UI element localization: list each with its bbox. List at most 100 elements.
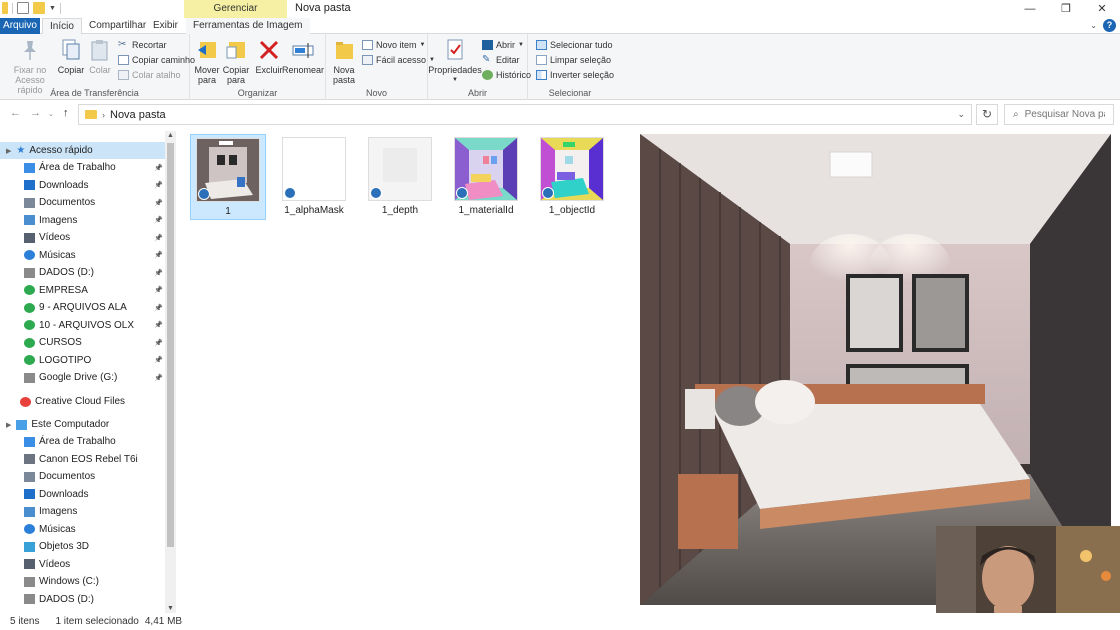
address-bar[interactable]: › Nova pasta ⌄ [78,104,972,125]
pin-icon[interactable]: 📌 [154,251,163,259]
easy-access-button[interactable]: Fácil acesso ▼ [362,55,435,65]
sidebar-item-quick[interactable]: 10 - ARQUIVOS OLX 📌 [0,317,165,334]
pin-icon[interactable]: 📌 [154,216,163,224]
expand-chevron-icon[interactable]: ▶ [6,147,11,155]
sidebar-item-quick[interactable]: Downloads 📌 [0,177,165,194]
new-folder-button[interactable]: Nova pasta [330,38,358,85]
sidebar-scrollbar[interactable]: ▲ ▼ [165,131,176,613]
tab-ferramentas-de-imagem[interactable]: Ferramentas de Imagem [186,18,310,34]
pin-quick-access-button[interactable]: Fixar no Acesso rápido [4,38,56,95]
window-controls: — ❐ ✕ [1012,0,1120,18]
file-item[interactable]: 1_materialId [448,134,524,220]
new-folder-icon[interactable] [33,2,45,14]
close-button[interactable]: ✕ [1084,0,1120,18]
sidebar-item-pc[interactable]: Windows (C:) [0,573,165,590]
back-arrow-icon[interactable]: ← [10,107,21,119]
sidebar-item-quick[interactable]: Google Drive (G:) 📌 [0,369,165,386]
sidebar-item-quick-access[interactable]: ▶ ★ Acesso rápido [0,142,165,159]
search-box[interactable]: ⌕ [1004,104,1114,125]
sidebar-item-quick[interactable]: CURSOS 📌 [0,334,165,351]
pin-icon[interactable]: 📌 [154,234,163,242]
tab-gerenciar[interactable]: Gerenciar [184,0,287,18]
tab-exibir[interactable]: Exibir [146,18,185,34]
status-selection: 1 item selecionado [55,616,139,627]
scroll-up-icon[interactable]: ▲ [165,132,176,139]
rename-button[interactable]: Renomear [282,38,324,75]
open-button[interactable]: Abrir ▼ [482,40,524,50]
help-icon[interactable]: ? [1103,19,1116,32]
creative-cloud-icon [20,396,31,407]
sidebar-item-quick[interactable]: Músicas 📌 [0,247,165,264]
sidebar-item-quick[interactable]: Área de Trabalho 📌 [0,159,165,176]
chevron-down-icon[interactable]: ⌄ [1090,21,1097,30]
copy-button[interactable]: Copiar [58,38,84,75]
sidebar-item-quick[interactable]: Imagens 📌 [0,212,165,229]
copy-to-button[interactable]: Copiar para [223,38,249,85]
pin-icon[interactable]: 📌 [154,339,163,347]
select-all-button[interactable]: Selecionar tudo [536,40,613,50]
pin-icon[interactable]: 📌 [154,181,163,189]
recent-locations-chevron-icon[interactable]: ⌄ [48,110,54,118]
pin-icon[interactable]: 📌 [154,199,163,207]
forward-arrow-icon[interactable]: → [30,107,41,119]
sidebar-item-quick[interactable]: Vídeos 📌 [0,229,165,246]
tab-compartilhar[interactable]: Compartilhar [82,18,153,34]
history-button[interactable]: Histórico [482,70,531,80]
refresh-button[interactable]: ↻ [976,104,998,125]
sidebar-item-quick[interactable]: 9 - ARQUIVOS ALA 📌 [0,299,165,316]
sidebar-scrollbar-thumb[interactable] [167,143,174,547]
sidebar-item-quick[interactable]: Documentos 📌 [0,194,165,211]
paste-button[interactable]: Colar [88,38,112,75]
pin-icon[interactable]: 📌 [154,356,163,364]
sidebar-item-creative-cloud[interactable]: Creative Cloud Files [0,393,165,410]
sidebar-item-pc[interactable]: Área de Trabalho [0,433,165,450]
file-item[interactable]: 1_depth [362,134,438,220]
file-item[interactable]: 1 [190,134,266,220]
chevron-down-icon[interactable]: ▼ [49,5,56,12]
sidebar-item-pc[interactable]: Documentos [0,468,165,485]
cut-button[interactable]: ✂ Recortar [118,40,167,51]
expand-chevron-icon[interactable]: ▶ [6,421,11,429]
file-item[interactable]: 1_objectId [534,134,610,220]
sidebar-item-pc[interactable]: Músicas [0,521,165,538]
invert-selection-button[interactable]: Inverter seleção [536,70,614,80]
sidebar-item-this-pc[interactable]: ▶ Este Computador [0,416,165,433]
pin-icon[interactable]: 📌 [154,304,163,312]
pin-icon[interactable]: 📌 [154,164,163,172]
sidebar-item-pc[interactable]: Canon EOS Rebel T6i [0,451,165,468]
address-dropdown-chevron-icon[interactable]: ⌄ [957,109,965,120]
videos-icon [24,232,35,243]
sync-status-icon [542,187,554,199]
paste-label: Colar [89,65,111,75]
minimize-button[interactable]: — [1012,0,1048,18]
copy-path-button[interactable]: Copiar caminho [118,55,195,65]
delete-button[interactable]: Excluir [256,38,283,75]
tab-inicio[interactable]: Início [42,18,82,35]
search-input[interactable] [1024,109,1105,120]
sidebar-item-pc[interactable]: Vídeos [0,556,165,573]
sidebar-item-pc[interactable]: Objetos 3D [0,538,165,555]
tab-arquivo[interactable]: Arquivo [0,18,40,34]
properties-icon[interactable] [17,2,29,14]
new-item-button[interactable]: Novo item ▼ [362,40,425,50]
breadcrumb-current[interactable]: Nova pasta [110,109,166,121]
sidebar-item-pc[interactable]: Downloads [0,486,165,503]
pin-icon[interactable]: 📌 [154,374,163,382]
pin-icon[interactable]: 📌 [154,321,163,329]
sidebar-item-pc[interactable]: Imagens [0,503,165,520]
up-arrow-icon[interactable]: ↑ [63,107,69,119]
maximize-button[interactable]: ❐ [1048,0,1084,18]
sidebar-item-quick[interactable]: DADOS (D:) 📌 [0,264,165,281]
scroll-down-icon[interactable]: ▼ [165,605,176,612]
sidebar-item-pc[interactable]: DADOS (D:) [0,591,165,608]
sidebar-item-quick[interactable]: LOGOTIPO 📌 [0,352,165,369]
select-none-button[interactable]: Limpar seleção [536,55,611,65]
move-to-button[interactable]: Mover para [194,38,220,85]
file-item[interactable]: 1_alphaMask [276,134,352,220]
paste-shortcut-button[interactable]: Colar atalho [118,70,181,80]
pin-icon[interactable]: 📌 [154,269,163,277]
edit-button[interactable]: ✎ Editar [482,55,520,66]
properties-button[interactable]: Propriedades ▼ [428,38,482,85]
sidebar-item-quick[interactable]: EMPRESA 📌 [0,282,165,299]
pin-icon[interactable]: 📌 [154,286,163,294]
